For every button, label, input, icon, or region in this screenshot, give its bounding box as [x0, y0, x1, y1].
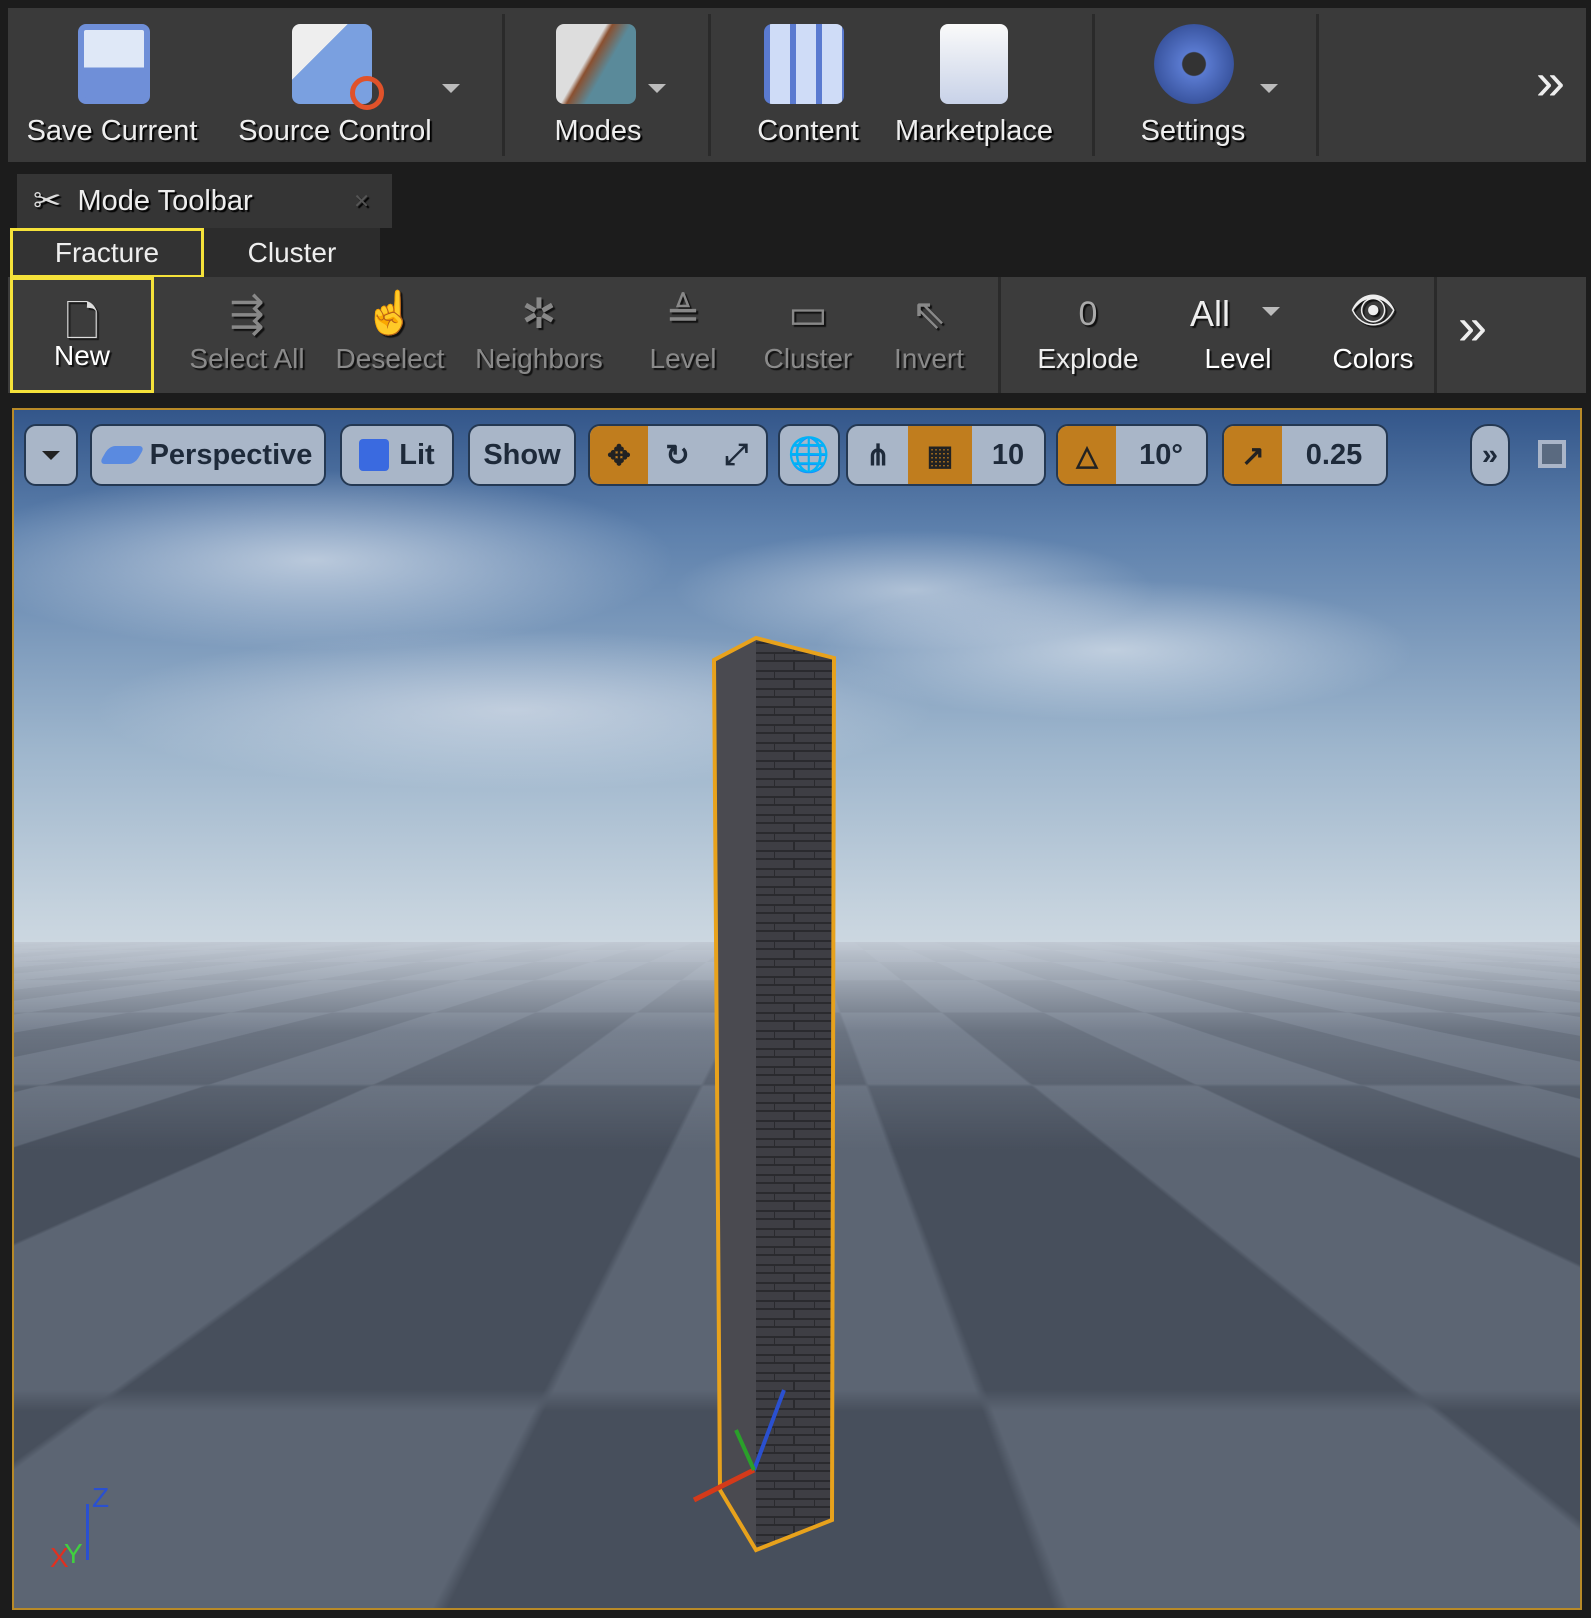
cluster-icon: ▭ — [788, 290, 828, 337]
select-all-button[interactable]: ⇶ Select All — [172, 277, 322, 393]
chevron-down-icon[interactable] — [1260, 84, 1278, 93]
invert-button[interactable]: ⇖ Invert — [874, 277, 984, 393]
fracture-tools: 🗋 New ⇶ Select All ☝ Deselect ✲ Neighbors ≜ L… — [8, 277, 1586, 393]
scale-snap-icon[interactable]: ↗ — [1224, 426, 1282, 484]
surface-snap-icon[interactable]: ⋔ — [848, 426, 908, 484]
disabled-icon — [350, 76, 384, 110]
chevron-down-icon[interactable] — [648, 84, 666, 93]
angle-icon[interactable]: △ — [1058, 426, 1116, 484]
neighbors-icon: ✲ — [521, 290, 557, 337]
level-dropdown[interactable]: All Level — [1168, 277, 1308, 393]
deselect-button[interactable]: ☝ Deselect — [320, 277, 460, 393]
globe-icon: 🌐 — [787, 436, 831, 474]
rotation-snap-control: △ 10° — [1056, 424, 1208, 486]
maximize-icon[interactable] — [1538, 440, 1566, 468]
wrench-icon: ✂ — [33, 182, 62, 220]
rotate-icon[interactable]: ↻ — [648, 426, 707, 484]
settings-icon — [1154, 24, 1234, 104]
perspective-button[interactable]: Perspective — [90, 424, 326, 486]
invert-icon: ⇖ — [911, 290, 947, 337]
translate-icon[interactable]: ✥ — [590, 426, 648, 484]
content-icon — [764, 24, 844, 104]
source-control-button[interactable]: Source Control — [230, 8, 440, 162]
camera-icon — [98, 446, 145, 464]
viewport[interactable]: Z X Y Perspective Lit Show ✥ ↻ ⤢ 🌐 ⋔ ▦ 10 △ 1… — [12, 408, 1582, 1610]
viewport-overflow-button[interactable]: » — [1470, 424, 1510, 486]
select-all-icon: ⇶ — [229, 290, 265, 337]
main-toolbar: Save Current Source Control Modes Conten… — [8, 8, 1586, 162]
neighbors-button[interactable]: ✲ Neighbors — [464, 277, 614, 393]
cluster-button[interactable]: ▭ Cluster — [748, 277, 868, 393]
level-button[interactable]: ≜ Level — [628, 277, 738, 393]
new-file-icon: 🗋 — [65, 298, 99, 345]
save-icon — [78, 24, 150, 104]
close-icon[interactable]: ✕ — [353, 189, 370, 214]
chevron-down-icon — [42, 450, 60, 460]
save-current-button[interactable]: Save Current — [22, 8, 202, 162]
eye-icon: 👁 — [1348, 290, 1398, 332]
marketplace-icon — [940, 24, 1008, 104]
tab-fracture[interactable]: Fracture — [10, 228, 204, 278]
scale-icon[interactable]: ⤢ — [707, 426, 766, 484]
cube-icon — [359, 439, 390, 471]
settings-button[interactable]: Settings — [1118, 8, 1268, 162]
grid-snap-control: ⋔ ▦ 10 — [846, 424, 1046, 486]
marketplace-button[interactable]: Marketplace — [884, 8, 1064, 162]
deselect-icon: ☝ — [363, 289, 417, 336]
explode-control[interactable]: 0 Explode — [1018, 277, 1158, 393]
toolbar-overflow-icon[interactable]: » — [1536, 52, 1565, 112]
colors-button[interactable]: 👁 Colors — [1308, 277, 1438, 393]
level-icon: ≜ — [665, 290, 701, 337]
modes-button[interactable]: Modes — [528, 8, 668, 162]
pillar-mesh[interactable] — [14, 410, 1582, 1610]
world-local-toggle[interactable]: 🌐 — [778, 424, 840, 486]
show-button[interactable]: Show — [468, 424, 576, 486]
transform-tools: ✥ ↻ ⤢ — [588, 424, 768, 486]
modes-icon — [556, 24, 636, 104]
chevron-down-icon — [1262, 307, 1280, 316]
mode-toolbar-tab[interactable]: ✂ Mode Toolbar ✕ — [17, 174, 392, 228]
scale-snap-control: ↗ 0.25 — [1222, 424, 1388, 486]
content-button[interactable]: Content — [738, 8, 878, 162]
tab-cluster[interactable]: Cluster — [204, 228, 380, 278]
grid-icon[interactable]: ▦ — [908, 426, 972, 484]
lit-button[interactable]: Lit — [340, 424, 454, 486]
viewport-options-button[interactable] — [24, 424, 78, 486]
chevron-down-icon[interactable] — [442, 84, 460, 93]
new-button[interactable]: 🗋 New — [10, 277, 154, 393]
tools-overflow-icon[interactable]: » — [1458, 297, 1487, 357]
